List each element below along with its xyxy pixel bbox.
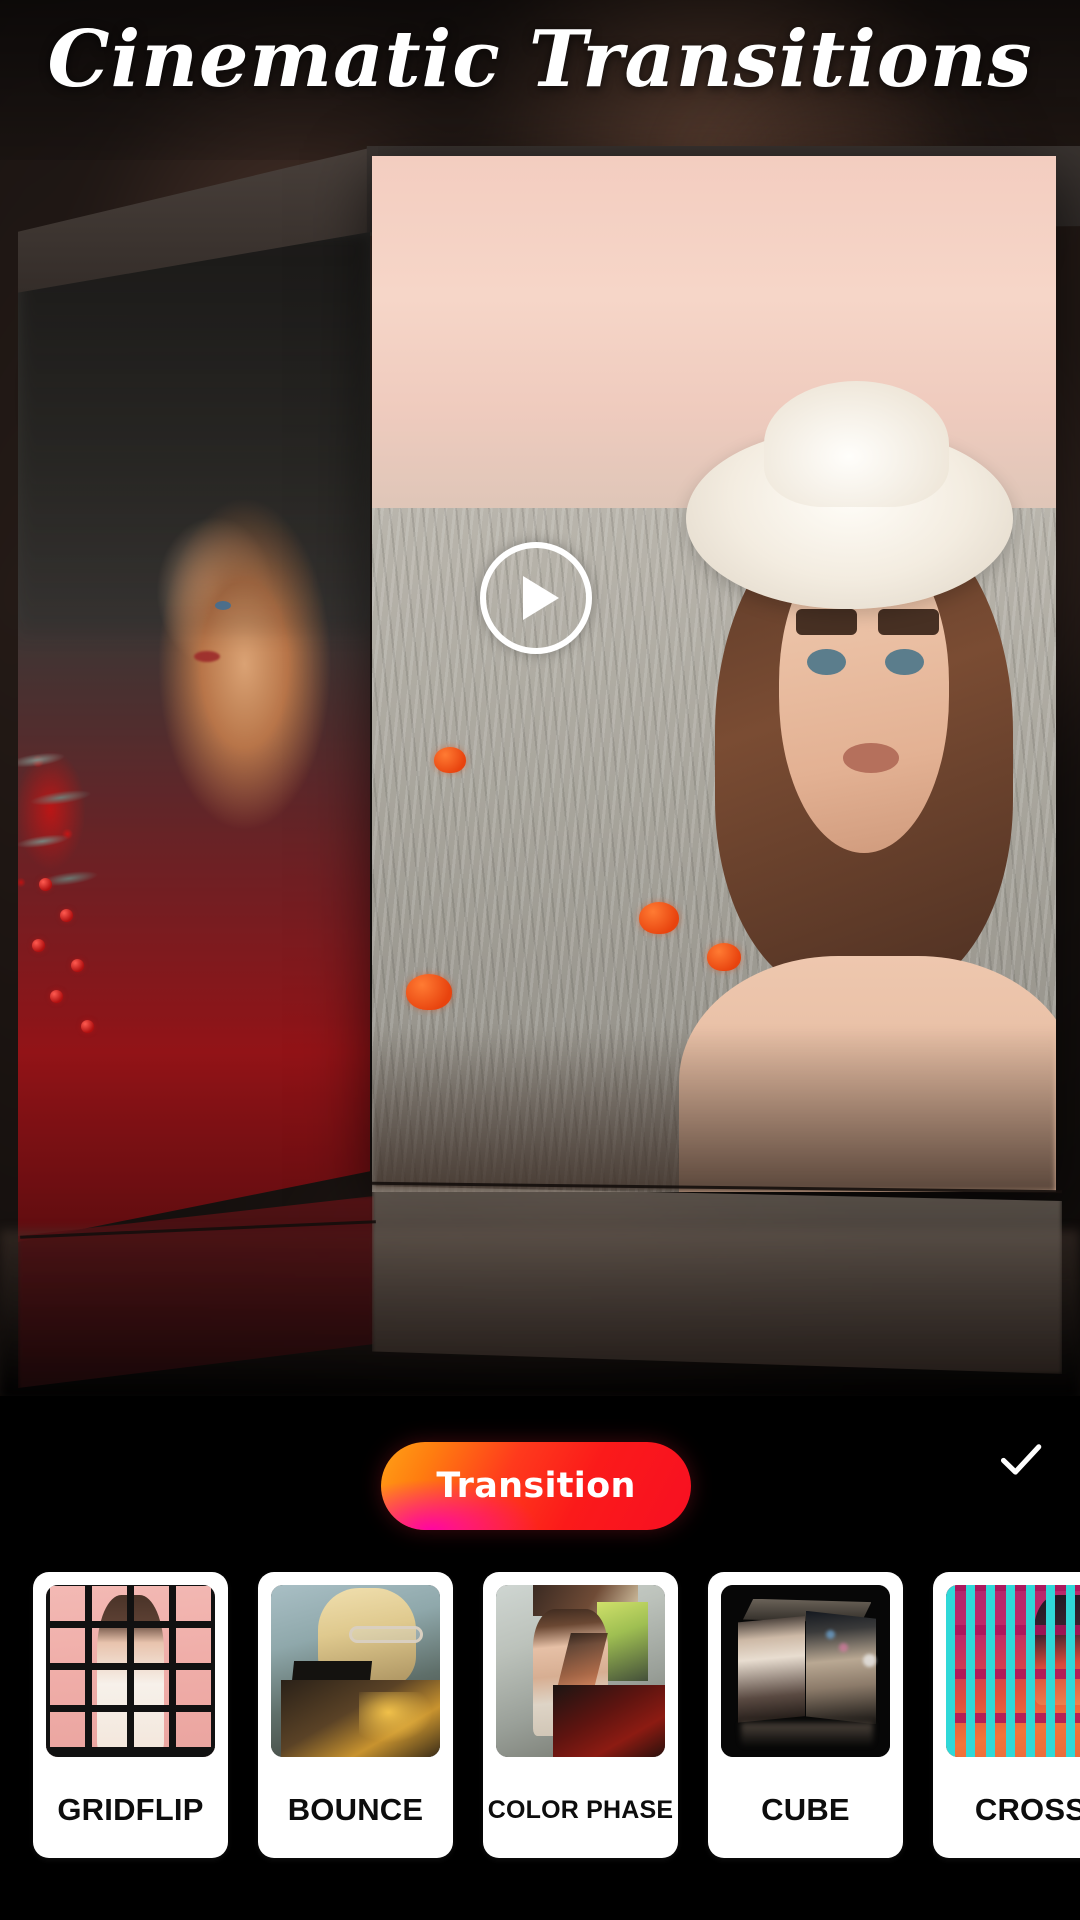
cube-thumb-art xyxy=(721,1585,890,1757)
subject-mouth xyxy=(842,743,900,774)
berry-2 xyxy=(60,908,74,922)
cube-thumb xyxy=(721,1585,890,1757)
confirm-button[interactable] xyxy=(984,1422,1058,1496)
transition-card-label: CROSS xyxy=(974,1792,1080,1827)
poppy-2 xyxy=(406,974,453,1011)
left-face-eye xyxy=(215,600,232,610)
transition-preview-stage[interactable]: Cinematic Transitions xyxy=(0,0,1080,1396)
cube-bokeh-3 xyxy=(862,1653,876,1667)
front-face-bottom-fade xyxy=(372,1026,1056,1192)
transition-card-cross[interactable]: CROSS xyxy=(933,1572,1080,1858)
transition-button-label: Transition xyxy=(436,1466,636,1506)
color-phase-red-block xyxy=(553,1684,665,1757)
gridflip-thumb-art xyxy=(46,1585,215,1757)
berry-3 xyxy=(32,939,46,952)
transition-button[interactable]: Transition xyxy=(381,1442,691,1530)
bounce-gold-accent xyxy=(358,1691,434,1744)
transition-card-label: BOUNCE xyxy=(287,1792,424,1827)
cube-thumb-reflection xyxy=(741,1722,874,1747)
color-phase-thumb xyxy=(496,1585,665,1757)
cube-left-face xyxy=(18,232,370,1242)
transition-list[interactable]: GRIDFLIP BOUNCE COLOR PHASE CUBE CROSS xyxy=(0,1572,1080,1872)
cube-front-face xyxy=(372,156,1056,1192)
left-face-top-shade xyxy=(18,232,370,636)
bounce-thumb-art xyxy=(271,1585,440,1757)
gridflip-thumb xyxy=(46,1585,215,1757)
subject-brow-left xyxy=(796,609,857,635)
action-row: Transition xyxy=(0,1396,1080,1572)
check-icon xyxy=(1000,1444,1042,1475)
cube-thumb-left-face xyxy=(737,1615,806,1723)
cross-vertical-bars xyxy=(946,1585,1080,1757)
color-phase-thumb-art xyxy=(496,1585,665,1757)
cross-thumb-art xyxy=(946,1585,1080,1757)
berry-4 xyxy=(70,959,84,973)
play-icon xyxy=(522,576,559,620)
cube-bokeh-1 xyxy=(825,1629,835,1639)
page-title: Cinematic Transitions xyxy=(47,14,1033,105)
subject-hat-crown xyxy=(764,381,950,507)
transition-card-gridflip[interactable]: GRIDFLIP xyxy=(33,1572,228,1858)
transition-card-label: COLOR PHASE xyxy=(487,1795,674,1824)
play-button[interactable] xyxy=(480,542,592,654)
poppy-3 xyxy=(638,901,679,934)
bounce-thumb xyxy=(271,1585,440,1757)
transition-card-bounce[interactable]: BOUNCE xyxy=(258,1572,453,1858)
cross-thumb xyxy=(946,1585,1080,1757)
cube-thumb-right-face xyxy=(805,1610,877,1725)
bounce-glasses xyxy=(348,1626,424,1644)
bottom-toolbar: Transition GRIDFLIP BOUNCE COLOR PHASE C… xyxy=(0,1396,1080,1920)
transition-card-cube[interactable]: CUBE xyxy=(708,1572,903,1858)
cube-bottom-face xyxy=(372,1186,1062,1374)
poppy-1 xyxy=(433,746,466,773)
transition-card-label: GRIDFLIP xyxy=(57,1792,204,1827)
app-screen: Cinematic Transitions Transition GRIDFLI… xyxy=(0,0,1080,1920)
gridflip-grid-horizontal xyxy=(46,1585,215,1757)
transition-card-color-phase[interactable]: COLOR PHASE xyxy=(483,1572,678,1858)
cube-3d xyxy=(0,0,1080,1396)
subject-brow-right xyxy=(878,609,939,635)
transition-card-label: CUBE xyxy=(761,1792,850,1827)
berry-5 xyxy=(49,989,63,1003)
